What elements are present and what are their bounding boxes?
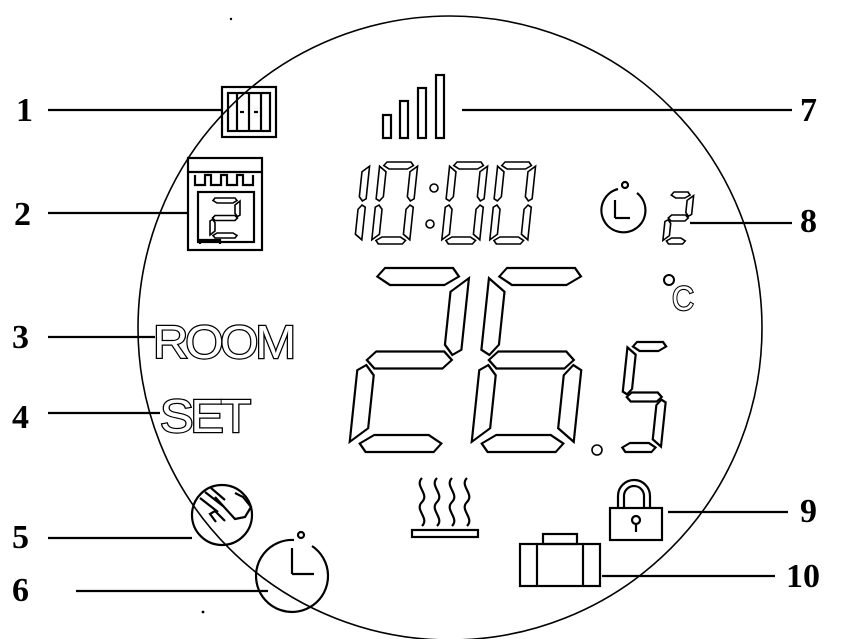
segment-a [382, 161, 415, 170]
callout-5: 5 [12, 519, 29, 556]
briefcase-icon [518, 532, 602, 588]
segment-f [375, 164, 387, 202]
segment-d [358, 433, 444, 454]
segment-d [620, 441, 658, 454]
segment-d [480, 433, 566, 454]
speck [201, 610, 205, 614]
segment-a [497, 266, 583, 287]
segment-e [348, 363, 375, 445]
segment-d [665, 237, 687, 245]
callout-7: 7 [800, 92, 817, 129]
segment-g [487, 350, 576, 370]
colon-dot [429, 183, 439, 193]
segment-g [211, 214, 239, 222]
segment-digit [440, 161, 489, 245]
segment-digit [620, 340, 668, 454]
segment-a [500, 161, 533, 170]
callout-2: 2 [14, 196, 31, 233]
segment-d [374, 236, 407, 245]
thermostat-lcd-diagram: 1 2 3 4 5 6 7 8 9 10 ROOM SET C [12, 15, 820, 639]
segment-g [625, 391, 664, 403]
clock-icon [254, 530, 330, 614]
speck [229, 17, 233, 21]
unit-celsius: C [663, 274, 695, 319]
segment-f [480, 275, 506, 357]
window-icon [220, 85, 278, 139]
segment-a [211, 197, 239, 204]
segment-e [661, 218, 672, 243]
segment-b [234, 199, 241, 218]
callout-3: 3 [12, 319, 29, 356]
callout-8: 8 [800, 203, 817, 240]
segment-a [631, 340, 668, 353]
svg-text:C: C [672, 280, 694, 318]
segment-e [370, 204, 383, 242]
segment-digit [470, 266, 583, 454]
colon-dot [425, 219, 435, 229]
segment-e [470, 363, 497, 445]
lock-icon [608, 478, 664, 542]
segment-b [524, 164, 537, 202]
segment-digit [661, 191, 695, 245]
segment-e [440, 204, 453, 242]
segment-digit [209, 197, 241, 239]
set-label: SET [160, 390, 251, 442]
time-display [354, 161, 537, 245]
program-number [661, 191, 695, 245]
segment-digit [370, 161, 419, 245]
segment-d [492, 236, 525, 245]
segment-d [444, 236, 477, 245]
calendar-day-digit [209, 197, 241, 239]
segment-c [557, 363, 583, 445]
segment-d [211, 232, 239, 239]
segment-a [452, 161, 485, 170]
segment-digit [348, 266, 471, 454]
room-label: ROOM [153, 316, 293, 368]
segment-b [443, 275, 471, 357]
signal-bars-icon [381, 73, 446, 140]
segment-f [445, 164, 457, 202]
segment-digit [354, 164, 371, 242]
segment-a [375, 266, 461, 287]
segment-f [493, 164, 505, 202]
callout-10: 10 [786, 558, 820, 595]
segment-f [621, 345, 637, 396]
segment-b [406, 164, 419, 202]
segment-e [209, 218, 216, 237]
callout-4: 4 [12, 399, 29, 436]
segment-b [476, 164, 489, 202]
segment-digit [488, 161, 537, 245]
segment-c [354, 204, 367, 242]
callout-9: 9 [800, 493, 817, 530]
segment-c [651, 398, 667, 449]
segment-c [472, 204, 485, 242]
segment-c [520, 204, 533, 242]
segment-b [685, 193, 695, 218]
callout-1: 1 [16, 92, 33, 129]
segment-b [358, 164, 371, 202]
segment-e [488, 204, 501, 242]
decimal-point [591, 444, 603, 456]
heating-icon [410, 477, 480, 539]
segment-g [667, 214, 690, 222]
segment-c [402, 204, 415, 242]
segment-a [670, 191, 692, 199]
segment-g [365, 350, 454, 370]
clock-program-icon [600, 180, 647, 234]
callout-6: 6 [12, 572, 29, 609]
temperature-display [348, 266, 668, 456]
